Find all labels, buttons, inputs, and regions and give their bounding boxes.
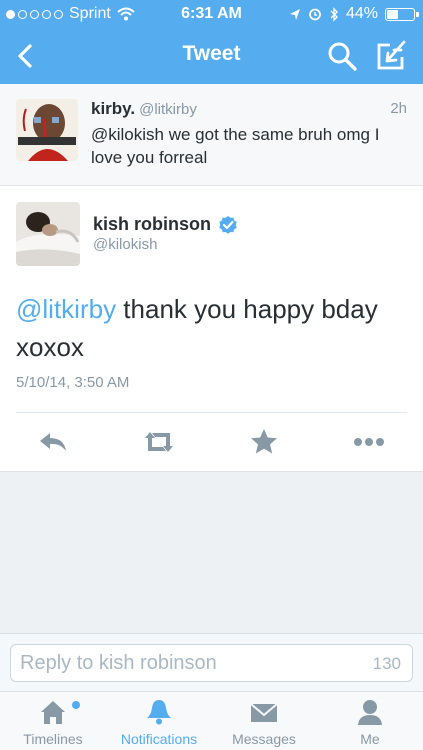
tweet-actions — [0, 414, 423, 470]
parent-tweet-time: 2h — [390, 100, 407, 117]
favorite-star-icon[interactable] — [248, 428, 280, 456]
kish-avatar[interactable] — [16, 202, 80, 266]
status-bar: Sprint 6:31 AM 44% — [0, 0, 423, 28]
search-icon[interactable] — [326, 40, 358, 72]
top-bar: Sprint 6:31 AM 44% Tweet — [0, 0, 423, 84]
author-handle[interactable]: @kilokish — [93, 236, 157, 253]
person-icon — [358, 700, 382, 725]
parent-tweet-text: @kilokish we got the same bruh omg I lov… — [91, 125, 380, 167]
author-name[interactable]: kish robinson — [93, 214, 211, 235]
tab-label: Timelines — [23, 731, 83, 747]
bluetooth-icon — [330, 6, 338, 22]
nav-bar: Tweet — [0, 28, 423, 84]
parent-tweet-header: kirby. @litkirby 2h — [91, 99, 407, 119]
battery-icon — [385, 7, 419, 21]
alarm-icon — [309, 8, 321, 21]
parent-tweet[interactable]: kirby. @litkirby 2h @kilokish we got the … — [0, 84, 423, 186]
tab-timelines[interactable]: Timelines — [0, 692, 106, 750]
parent-author-handle[interactable]: @litkirby — [139, 101, 197, 118]
reply-input[interactable] — [10, 644, 413, 682]
tab-label: Me — [360, 731, 380, 747]
tab-label: Messages — [232, 731, 296, 747]
tab-bar: Timelines Notifications Messages Me — [0, 691, 423, 750]
mention-link[interactable]: @litkirby — [16, 294, 116, 324]
location-arrow-icon — [289, 8, 300, 20]
compose-tweet-icon[interactable] — [374, 38, 410, 72]
envelope-icon — [250, 703, 278, 722]
retweet-icon[interactable] — [141, 428, 177, 456]
home-icon — [41, 701, 65, 724]
tab-me[interactable]: Me — [317, 692, 423, 750]
tweet-text: @litkirby thank you happy bday xoxox — [16, 290, 396, 366]
divider — [16, 412, 407, 413]
verified-badge-icon — [219, 215, 237, 234]
kirby-avatar[interactable] — [16, 99, 78, 161]
battery-percent: 44% — [345, 5, 378, 22]
reply-bar: 130 — [0, 633, 423, 691]
page-title: Tweet — [182, 42, 241, 65]
tweet-timestamp: 5/10/14, 3:50 AM — [16, 374, 130, 391]
bell-icon — [147, 700, 171, 725]
main-tweet: kish robinson @kilokish @litkirby thank … — [0, 186, 423, 472]
reply-icon[interactable] — [37, 428, 69, 456]
parent-author-name[interactable]: kirby. — [91, 99, 135, 118]
new-tweets-dot — [72, 701, 80, 709]
character-count: 130 — [372, 654, 401, 673]
tab-messages[interactable]: Messages — [211, 692, 317, 750]
author-name-row: kish robinson — [93, 214, 238, 235]
tab-notifications[interactable]: Notifications — [106, 692, 212, 750]
tab-label: Notifications — [120, 731, 198, 747]
more-options-icon[interactable] — [352, 428, 386, 456]
